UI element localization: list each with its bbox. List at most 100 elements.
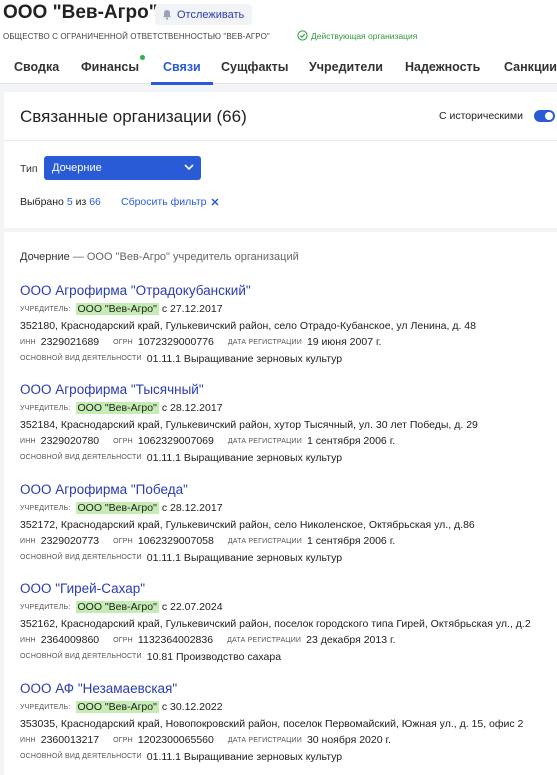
activity-value: 01.11.1 Выращивание зерновых культур xyxy=(146,750,343,763)
bell-icon xyxy=(163,10,171,20)
ogrn-label: ОГРН xyxy=(113,736,133,744)
ogrn-value: 1062329007058 xyxy=(137,535,214,548)
founder-link[interactable]: ООО "Вев-Агро" xyxy=(75,402,159,415)
type-select[interactable]: Дочерние xyxy=(44,156,201,180)
org-ids-row: ИНН 2329021689 ОГРН 1072329000776 ДАТА РЕГИС… xyxy=(20,334,555,351)
historical-toggle[interactable] xyxy=(534,110,555,122)
inn-value: 2329020780 xyxy=(40,435,100,448)
section-description: Дочерние — ООО "Вев-Агро" учредитель орг… xyxy=(20,251,299,263)
ogrn-label: ОГРН xyxy=(113,437,133,445)
reset-filter-label: Сбросить фильтр xyxy=(121,196,207,208)
org-name-link[interactable]: ООО Агрофирма "Отрадокубанский" xyxy=(20,283,555,301)
inn-label: ИНН xyxy=(20,736,36,744)
ogrn-value: 1202300065560 xyxy=(137,734,214,747)
organizations-list: Дочерние — ООО "Вев-Агро" учредитель орг… xyxy=(4,232,557,775)
ogrn-label: ОГРН xyxy=(113,537,133,545)
historical-label: С историческими xyxy=(439,110,523,122)
activity-value: 01.11.1 Выращивание зерновых культур xyxy=(146,352,343,365)
legal-name: ОБЩЕСТВО С ОГРАНИЧЕННОЙ ОТВЕТСТВЕННОСТЬЮ… xyxy=(3,32,270,41)
check-circle-icon xyxy=(297,30,308,41)
activity-label: ОСНОВНОЙ ВИД ДЕЯТЕЛЬНОСТИ xyxy=(20,653,142,661)
founder-label: УЧРЕДИТЕЛЬ: xyxy=(20,603,71,611)
org-founder-row: УЧРЕДИТЕЛЬ: ООО "Вев-Агро" с 22.07.2024 xyxy=(20,599,555,616)
org-name-link[interactable]: ООО Агрофирма "Тысячный" xyxy=(20,382,555,400)
org-founder-row: УЧРЕДИТЕЛЬ: ООО "Вев-Агро" с 28.12.2017 xyxy=(20,400,555,417)
founder-link[interactable]: ООО "Вев-Агро" xyxy=(75,303,159,316)
founder-link[interactable]: ООО "Вев-Агро" xyxy=(75,601,159,614)
founder-since: с 28.12.2017 xyxy=(161,402,223,415)
founder-label: УЧРЕДИТЕЛЬ: xyxy=(20,504,71,512)
chevron-down-icon xyxy=(184,164,194,171)
tab-facts[interactable]: Сущфакты xyxy=(221,50,288,84)
ogrn-value: 1062329007069 xyxy=(137,435,214,448)
close-icon xyxy=(211,198,219,206)
reg-date-label: ДАТА РЕГИСТРАЦИИ xyxy=(227,537,302,545)
inn-label: ИНН xyxy=(20,537,36,545)
inn-value: 2329021689 xyxy=(40,336,100,349)
reg-date-label: ДАТА РЕГИСТРАЦИИ xyxy=(227,338,302,346)
org-name-link[interactable]: ООО Агрофирма "Победа" xyxy=(20,482,555,500)
org-ids-row: ИНН 2364009860 ОГРН 1132364002836 ДАТА РЕГИС… xyxy=(20,632,555,649)
org-founder-row: УЧРЕДИТЕЛЬ: ООО "Вев-Агро" с 30.12.2022 xyxy=(20,699,555,716)
org-card: ООО АФ "Незамаевская" УЧРЕДИТЕЛЬ: ООО "Вев… xyxy=(20,681,555,765)
org-name-link[interactable]: ООО "Гирей-Сахар" xyxy=(20,581,555,599)
inn-value: 2329020773 xyxy=(40,535,100,548)
status-text: Действующая организация xyxy=(311,30,418,41)
org-ids-row: ИНН 2329020780 ОГРН 1062329007069 ДАТА РЕГИС… xyxy=(20,433,555,450)
org-name-link[interactable]: ООО АФ "Незамаевская" xyxy=(20,681,555,699)
ogrn-value: 1132364002836 xyxy=(137,634,214,647)
company-title: ООО "Вев-Агро" xyxy=(3,2,158,23)
org-card: ООО Агрофирма "Отрадокубанский" УЧРЕДИТЕЛ… xyxy=(20,283,555,367)
org-ids-row: ИНН 2360013217 ОГРН 1202300065560 ДАТА РЕГИС… xyxy=(20,732,555,749)
tab-summary[interactable]: Сводка xyxy=(14,50,59,84)
inn-label: ИНН xyxy=(20,636,36,644)
tab-sanctions[interactable]: Санкции xyxy=(504,50,557,84)
founder-since: с 28.12.2017 xyxy=(161,502,223,515)
founder-label: УЧРЕДИТЕЛЬ: xyxy=(20,404,71,412)
reset-filter-button[interactable]: Сбросить фильтр xyxy=(121,196,219,208)
tab-founders[interactable]: Учредители xyxy=(309,50,383,84)
activity-label: ОСНОВНОЙ ВИД ДЕЯТЕЛЬНОСТИ xyxy=(20,454,142,462)
activity-value: 01.11.1 Выращивание зерновых культур xyxy=(146,551,343,564)
track-button[interactable]: Отслеживать xyxy=(155,4,253,25)
activity-value: 10.81 Производство сахара xyxy=(146,650,282,663)
selected-count: Выбрано 5 из 66 xyxy=(20,196,101,208)
activity-label: ОСНОВНОЙ ВИД ДЕЯТЕЛЬНОСТИ xyxy=(20,355,142,363)
org-card: ООО Агрофирма "Тысячный" УЧРЕДИТЕЛЬ: ООО "… xyxy=(20,382,555,466)
org-activity-row: ОСНОВНОЙ ВИД ДЕЯТЕЛЬНОСТИ 01.11.1 Выращив… xyxy=(20,550,555,567)
type-select-value: Дочерние xyxy=(52,162,102,174)
founder-since: с 27.12.2017 xyxy=(161,303,223,316)
tab-links[interactable]: Связи xyxy=(151,50,213,85)
ogrn-value: 1072329000776 xyxy=(137,336,214,349)
company-header: ООО "Вев-Агро" Отслеживать ОБЩЕСТВО С ОГ… xyxy=(0,0,557,85)
founder-link[interactable]: ООО "Вев-Агро" xyxy=(75,502,159,515)
reg-date-label: ДАТА РЕГИСТРАЦИИ xyxy=(227,636,302,644)
org-founder-row: УЧРЕДИТЕЛЬ: ООО "Вев-Агро" с 28.12.2017 xyxy=(20,500,555,517)
org-activity-row: ОСНОВНОЙ ВИД ДЕЯТЕЛЬНОСТИ 01.11.1 Выращив… xyxy=(20,351,555,368)
org-activity-row: ОСНОВНОЙ ВИД ДЕЯТЕЛЬНОСТИ 01.11.1 Выращив… xyxy=(20,749,555,766)
org-ids-row: ИНН 2329020773 ОГРН 1062329007058 ДАТА РЕГИС… xyxy=(20,533,555,550)
org-address: 352184, Краснодарский край, Гулькевичски… xyxy=(20,418,478,431)
reg-date-value: 1 сентября 2006 г. xyxy=(306,435,396,448)
inn-label: ИНН xyxy=(20,437,36,445)
reg-date-value: 30 ноября 2020 г. xyxy=(306,734,391,747)
tab-finance[interactable]: Финансы xyxy=(81,50,146,84)
reg-date-value: 19 июня 2007 г. xyxy=(306,336,382,349)
org-activity-row: ОСНОВНОЙ ВИД ДЕЯТЕЛЬНОСТИ 10.81 Производс… xyxy=(20,649,555,666)
org-address: 352180, Краснодарский край, Гулькевичски… xyxy=(20,319,476,332)
tab-reliability[interactable]: Надежность xyxy=(405,50,480,84)
org-card: ООО "Гирей-Сахар" УЧРЕДИТЕЛЬ: ООО "Вев-Агр… xyxy=(20,581,555,665)
founder-label: УЧРЕДИТЕЛЬ: xyxy=(20,703,71,711)
activity-label: ОСНОВНОЙ ВИД ДЕЯТЕЛЬНОСТИ xyxy=(20,753,142,761)
finance-indicator-dot xyxy=(140,55,146,60)
activity-label: ОСНОВНОЙ ВИД ДЕЯТЕЛЬНОСТИ xyxy=(20,554,142,562)
org-founder-row: УЧРЕДИТЕЛЬ: ООО "Вев-Агро" с 27.12.2017 xyxy=(20,301,555,318)
inn-value: 2364009860 xyxy=(40,634,100,647)
founder-link[interactable]: ООО "Вев-Агро" xyxy=(75,701,159,714)
org-activity-row: ОСНОВНОЙ ВИД ДЕЯТЕЛЬНОСТИ 01.11.1 Выращив… xyxy=(20,450,555,467)
panel-title: Связанные организации (66) xyxy=(20,107,247,126)
tab-bar: Сводка Финансы Связи Сущфакты Учредители… xyxy=(0,50,557,85)
reg-date-label: ДАТА РЕГИСТРАЦИИ xyxy=(227,437,302,445)
org-address: 353035, Краснодарский край, Новопокровск… xyxy=(20,717,524,730)
reg-date-value: 23 декабря 2013 г. xyxy=(306,634,396,647)
